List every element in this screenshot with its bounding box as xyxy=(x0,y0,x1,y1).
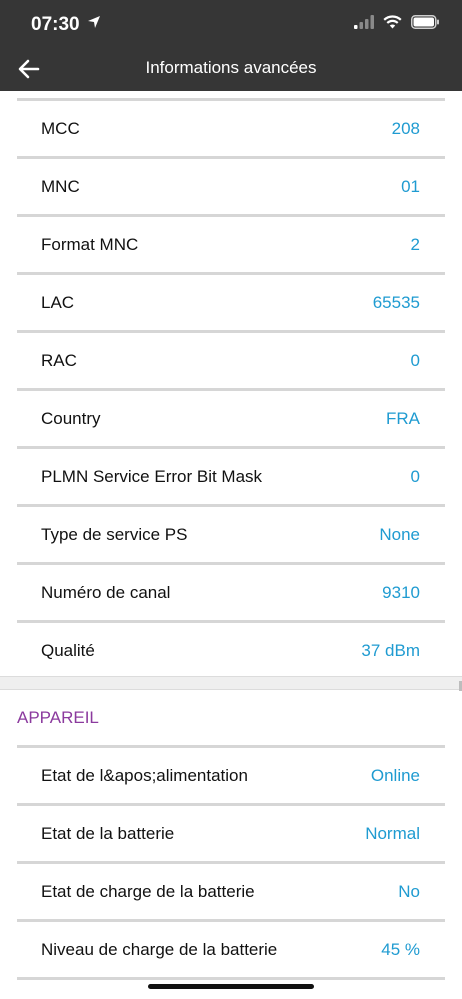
list-item-mcc: MCC 208 xyxy=(0,99,462,159)
list-item-lac: LAC 65535 xyxy=(0,273,462,333)
status-bar: 07:30 xyxy=(0,0,462,47)
row-value: 0 xyxy=(410,351,420,370)
row-label: Etat de l&apos;alimentation xyxy=(41,766,248,785)
list-item-battery-state: Etat de la batterie Normal xyxy=(0,804,462,864)
home-indicator[interactable] xyxy=(148,984,314,989)
row-label: Etat de charge de la batterie xyxy=(41,882,255,901)
row-label: MCC xyxy=(41,119,80,138)
status-time: 07:30 xyxy=(31,14,80,35)
row-value: 208 xyxy=(391,119,420,138)
list-item-plmn-error-mask: PLMN Service Error Bit Mask 0 xyxy=(0,447,462,507)
location-arrow-icon xyxy=(87,15,101,34)
row-label: Country xyxy=(41,409,101,428)
row-label: Type de service PS xyxy=(41,525,188,544)
list-item-rac: RAC 0 xyxy=(0,331,462,391)
advanced-info-list[interactable]: MCC 208 MNC 01 Format MNC 2 LAC 65535 RA… xyxy=(0,91,462,999)
row-value: None xyxy=(379,525,420,544)
row-value: 2 xyxy=(410,235,420,254)
row-value: 37 dBm xyxy=(361,641,420,660)
navigation-bar: Informations avancées xyxy=(0,47,462,91)
row-value: 9310 xyxy=(382,583,420,602)
status-indicators xyxy=(354,15,440,34)
section-header-appareil: APPAREIL xyxy=(17,708,99,727)
list-item-country: Country FRA xyxy=(0,389,462,449)
page-title: Informations avancées xyxy=(145,58,317,77)
row-label: Niveau de charge de la batterie xyxy=(41,940,278,959)
wifi-icon xyxy=(383,15,402,34)
row-value: 0 xyxy=(410,467,420,486)
list-item-channel-number: Numéro de canal 9310 xyxy=(0,563,462,623)
row-label: Etat de la batterie xyxy=(41,824,175,843)
list-item-battery-level: Niveau de charge de la batterie 45 % xyxy=(0,920,462,980)
list-item-power-state: Etat de l&apos;alimentation Online xyxy=(0,746,462,806)
row-label: PLMN Service Error Bit Mask xyxy=(41,467,263,486)
list-item-ps-service-type: Type de service PS None xyxy=(0,505,462,565)
list-item-quality: Qualité 37 dBm xyxy=(0,621,462,679)
row-value: 65535 xyxy=(372,293,420,312)
list-item-mnc: MNC 01 xyxy=(0,157,462,217)
divider xyxy=(17,977,445,980)
row-label: RAC xyxy=(41,351,77,370)
row-label: MNC xyxy=(41,177,80,196)
list-item-battery-charge-state: Etat de charge de la batterie No xyxy=(0,862,462,922)
row-value: FRA xyxy=(386,409,420,428)
row-value: Normal xyxy=(365,824,420,843)
section-separator xyxy=(0,676,462,690)
row-value: 01 xyxy=(401,177,420,196)
row-label: Format MNC xyxy=(41,235,139,254)
list-item-format-mnc: Format MNC 2 xyxy=(0,215,462,275)
battery-icon xyxy=(411,15,440,34)
row-value: 45 % xyxy=(381,940,420,959)
row-value: No xyxy=(398,882,420,901)
row-label: LAC xyxy=(41,293,75,312)
row-label: Qualité xyxy=(41,641,95,660)
row-label: Numéro de canal xyxy=(41,583,171,602)
cellular-signal-icon xyxy=(354,15,374,34)
row-value: Online xyxy=(370,766,420,785)
